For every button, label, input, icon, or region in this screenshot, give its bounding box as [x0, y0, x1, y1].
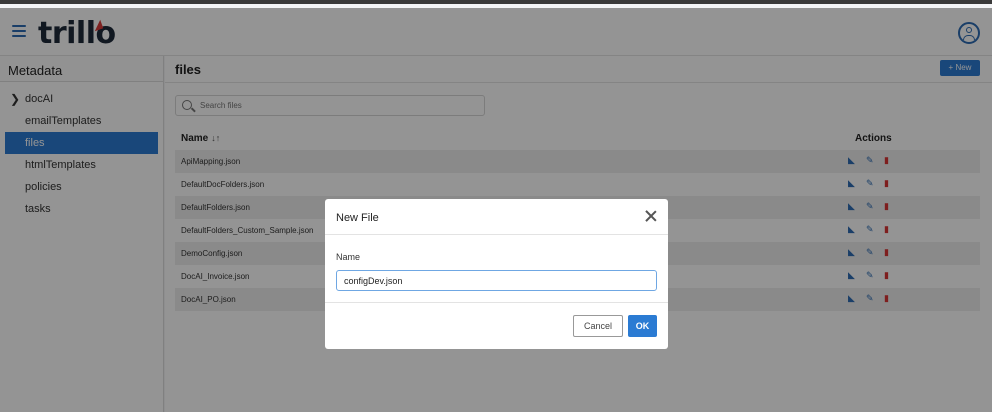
name-field-label: Name [336, 252, 361, 262]
divider [325, 302, 668, 303]
ok-button[interactable]: OK [628, 315, 657, 337]
close-icon[interactable] [644, 209, 658, 223]
app-window: trillo Metadata ❯ docAI emailTemplates f… [0, 0, 992, 412]
cancel-button[interactable]: Cancel [573, 315, 623, 337]
divider [325, 234, 668, 235]
name-field-box[interactable] [336, 270, 657, 291]
name-input[interactable] [344, 274, 644, 288]
dialog-title: New File [336, 212, 379, 224]
new-file-dialog: New File Name Cancel OK [325, 199, 668, 349]
